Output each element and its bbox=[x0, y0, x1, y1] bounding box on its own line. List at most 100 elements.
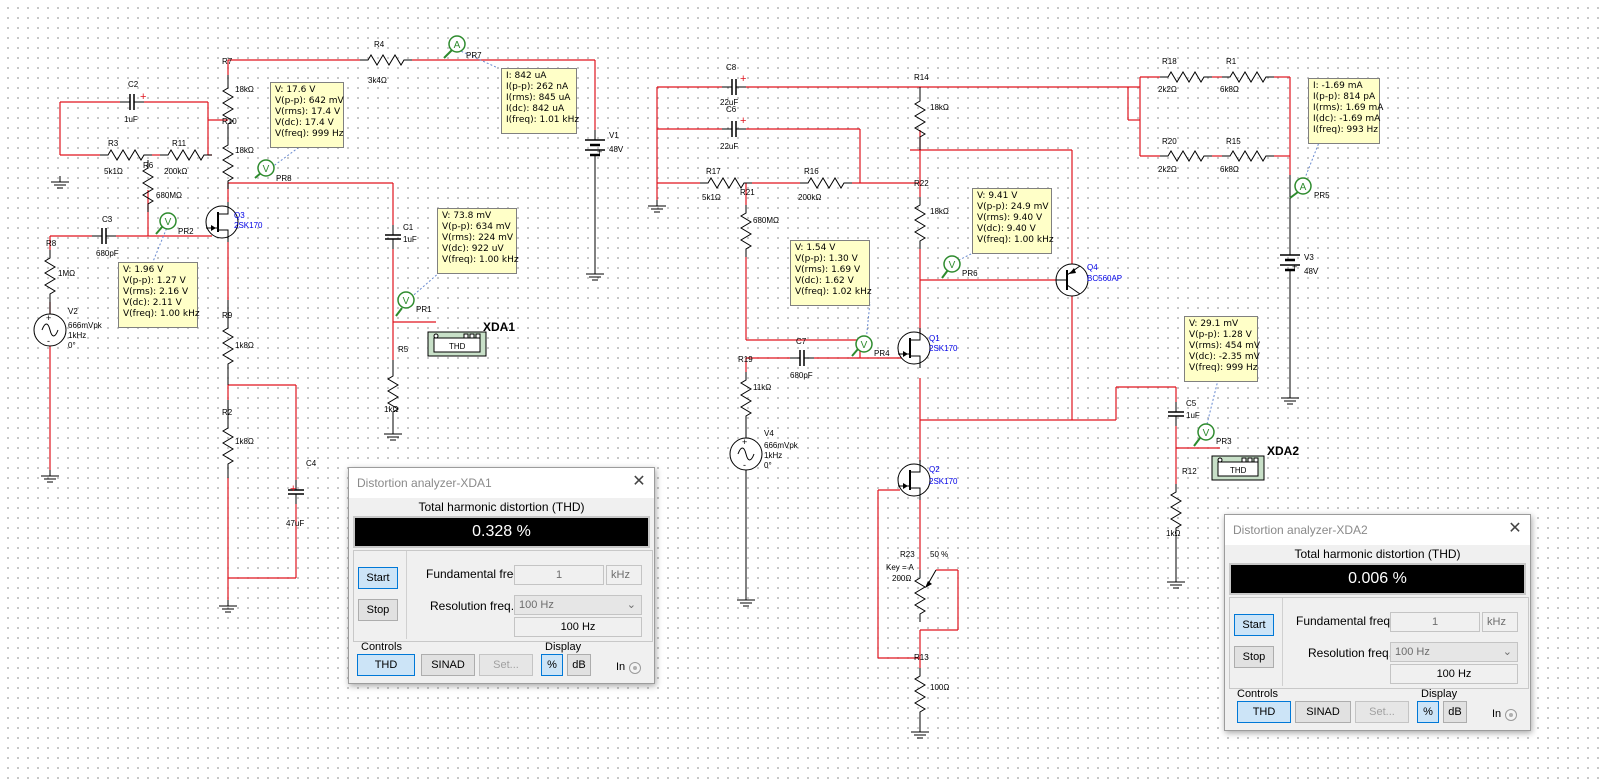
thd-readout: 0.328 % bbox=[353, 516, 650, 548]
pr5-label: PR5 bbox=[1314, 191, 1330, 200]
r21-value: 680MΩ bbox=[753, 216, 779, 225]
q2-part: 2SK170 bbox=[929, 477, 958, 486]
v2-amplitude: 666mVpk bbox=[68, 321, 103, 330]
pr2-label: PR2 bbox=[178, 227, 194, 236]
r17-value: 5k1Ω bbox=[702, 193, 721, 202]
pr8-label: PR8 bbox=[276, 174, 292, 183]
r8-ref: R8 bbox=[46, 239, 57, 248]
settings-panel: Start Stop Fundamental freq. 1 kHz Resol… bbox=[353, 550, 653, 642]
start-button[interactable]: Start bbox=[358, 567, 398, 589]
percent-button[interactable]: % bbox=[1417, 701, 1439, 723]
voltage-probe-icon[interactable]: V bbox=[395, 291, 415, 317]
r6-value: 680MΩ bbox=[156, 191, 182, 200]
svg-text:+: + bbox=[597, 147, 602, 157]
fundamental-freq-input[interactable]: 1 bbox=[1390, 612, 1480, 632]
voltage-probe-icon[interactable]: V bbox=[851, 335, 873, 357]
sinad-button[interactable]: SINAD bbox=[421, 654, 475, 676]
voltage-probe-icon[interactable]: V bbox=[155, 212, 177, 235]
window-title: Distortion analyzer-XDA2 bbox=[1233, 523, 1368, 537]
close-icon[interactable]: ✕ bbox=[624, 468, 654, 498]
thd-button[interactable]: THD bbox=[357, 654, 415, 676]
input-terminal-icon[interactable] bbox=[629, 662, 641, 674]
db-button[interactable]: dB bbox=[1443, 701, 1467, 723]
fundamental-freq-unit[interactable]: kHz bbox=[1482, 612, 1518, 632]
v3-value: 48V bbox=[1304, 267, 1319, 276]
voltage-probe-icon[interactable]: V bbox=[254, 159, 275, 179]
xda2-label: XDA2 bbox=[1267, 444, 1299, 458]
close-icon[interactable]: ✕ bbox=[1500, 515, 1530, 545]
r11-value: 200kΩ bbox=[164, 167, 187, 176]
window-title: Distortion analyzer-XDA1 bbox=[357, 476, 492, 490]
chevron-down-icon: ⌄ bbox=[1502, 646, 1512, 658]
voltage-probe-icon[interactable]: V bbox=[941, 255, 961, 279]
r23-value: 200Ω bbox=[892, 574, 911, 583]
thd-readout: 0.006 % bbox=[1229, 563, 1526, 595]
resolution-freq-label: Resolution freq. bbox=[430, 599, 515, 613]
percent-button[interactable]: % bbox=[541, 654, 563, 676]
r5-ref: R5 bbox=[398, 345, 409, 354]
probe-note-pr2: V: 1.96 V V(p-p): 1.27 V V(rms): 2.16 V V(d… bbox=[118, 262, 200, 328]
xda2-thd-badge: THD bbox=[1230, 466, 1247, 475]
fundamental-freq-unit[interactable]: kHz bbox=[606, 565, 642, 585]
c1-ref: C1 bbox=[403, 223, 414, 232]
r2-ref: R2 bbox=[222, 408, 233, 417]
r23-key: Key = A bbox=[886, 563, 914, 572]
voltage-probe-icon[interactable]: V bbox=[1193, 423, 1215, 447]
window-titlebar[interactable]: Distortion analyzer-XDA2 ✕ bbox=[1225, 515, 1530, 545]
thd-button[interactable]: THD bbox=[1237, 701, 1291, 723]
r19-ref: R19 bbox=[738, 355, 753, 364]
thd-label: Total harmonic distortion (THD) bbox=[418, 500, 585, 514]
r16-ref: R16 bbox=[804, 167, 819, 176]
c3-ref: C3 bbox=[102, 215, 113, 224]
svg-text:V: V bbox=[949, 260, 956, 271]
sinad-button[interactable]: SINAD bbox=[1295, 701, 1351, 723]
set-button[interactable]: Set... bbox=[479, 654, 533, 676]
r18-ref: R18 bbox=[1162, 57, 1177, 66]
q1-part: 2SK170 bbox=[929, 344, 958, 353]
current-probe-icon[interactable]: A bbox=[1289, 177, 1312, 199]
v4-amplitude: 666mVpk bbox=[764, 441, 799, 450]
c4-value: 47uF bbox=[286, 519, 304, 528]
r1-value: 6k8Ω bbox=[1220, 85, 1239, 94]
distortion-analyzer-xda2-window[interactable]: Distortion analyzer-XDA2 ✕ Total harmoni… bbox=[1224, 514, 1531, 731]
probe-note-pr3: V: 29.1 mV V(p-p): 1.28 V V(rms): 454 mV V(… bbox=[1184, 316, 1260, 382]
r15-ref: R15 bbox=[1226, 137, 1241, 146]
c2-value: 1uF bbox=[124, 115, 138, 124]
resolution-freq-value: 100 Hz bbox=[1390, 664, 1518, 684]
resolution-freq-select[interactable]: 100 Hz ⌄ bbox=[514, 595, 642, 615]
r10-ref: R10 bbox=[222, 117, 237, 126]
resolution-freq-select[interactable]: 100 Hz ⌄ bbox=[1390, 642, 1518, 662]
c8-ref: C8 bbox=[726, 63, 737, 72]
fundamental-freq-input[interactable]: 1 bbox=[514, 565, 604, 585]
pr7-label: PR7 bbox=[466, 51, 482, 60]
stop-button[interactable]: Stop bbox=[358, 599, 398, 621]
r12-ref: R12 bbox=[1182, 467, 1197, 476]
resolution-freq-label: Resolution freq. bbox=[1308, 646, 1393, 660]
r22-value: 18kΩ bbox=[930, 207, 949, 216]
db-button[interactable]: dB bbox=[567, 654, 591, 676]
r20-ref: R20 bbox=[1162, 137, 1177, 146]
svg-text:A: A bbox=[1300, 182, 1307, 193]
r18-value: 2k2Ω bbox=[1158, 85, 1177, 94]
start-button[interactable]: Start bbox=[1234, 614, 1274, 636]
q3-ref: Q3 bbox=[234, 211, 245, 220]
stop-button[interactable]: Stop bbox=[1234, 646, 1274, 668]
svg-text:A: A bbox=[454, 40, 461, 51]
r4-ref: R4 bbox=[374, 40, 385, 49]
xda1-label: XDA1 bbox=[483, 320, 515, 334]
input-terminal-icon[interactable] bbox=[1505, 709, 1517, 721]
potentiometer-r23[interactable] bbox=[914, 569, 937, 623]
v4-frequency: 1kHz bbox=[764, 451, 782, 460]
set-button[interactable]: Set... bbox=[1355, 701, 1409, 723]
probe-note-pr7: I: 842 uA I(p-p): 262 nA I(rms): 845 uA I(d… bbox=[501, 68, 579, 134]
r11-ref: R11 bbox=[172, 139, 187, 148]
c3-value: 680pF bbox=[96, 249, 119, 258]
c5-ref: C5 bbox=[1186, 399, 1197, 408]
r23-ref: R23 bbox=[900, 550, 915, 559]
window-titlebar[interactable]: Distortion analyzer-XDA1 ✕ bbox=[349, 468, 654, 498]
pr4-label: PR4 bbox=[874, 349, 890, 358]
distortion-analyzer-xda1-window[interactable]: Distortion analyzer-XDA1 ✕ Total harmoni… bbox=[348, 467, 655, 684]
r17-ref: R17 bbox=[706, 167, 721, 176]
current-probe-icon[interactable]: A bbox=[443, 35, 466, 59]
divider bbox=[1282, 598, 1283, 686]
